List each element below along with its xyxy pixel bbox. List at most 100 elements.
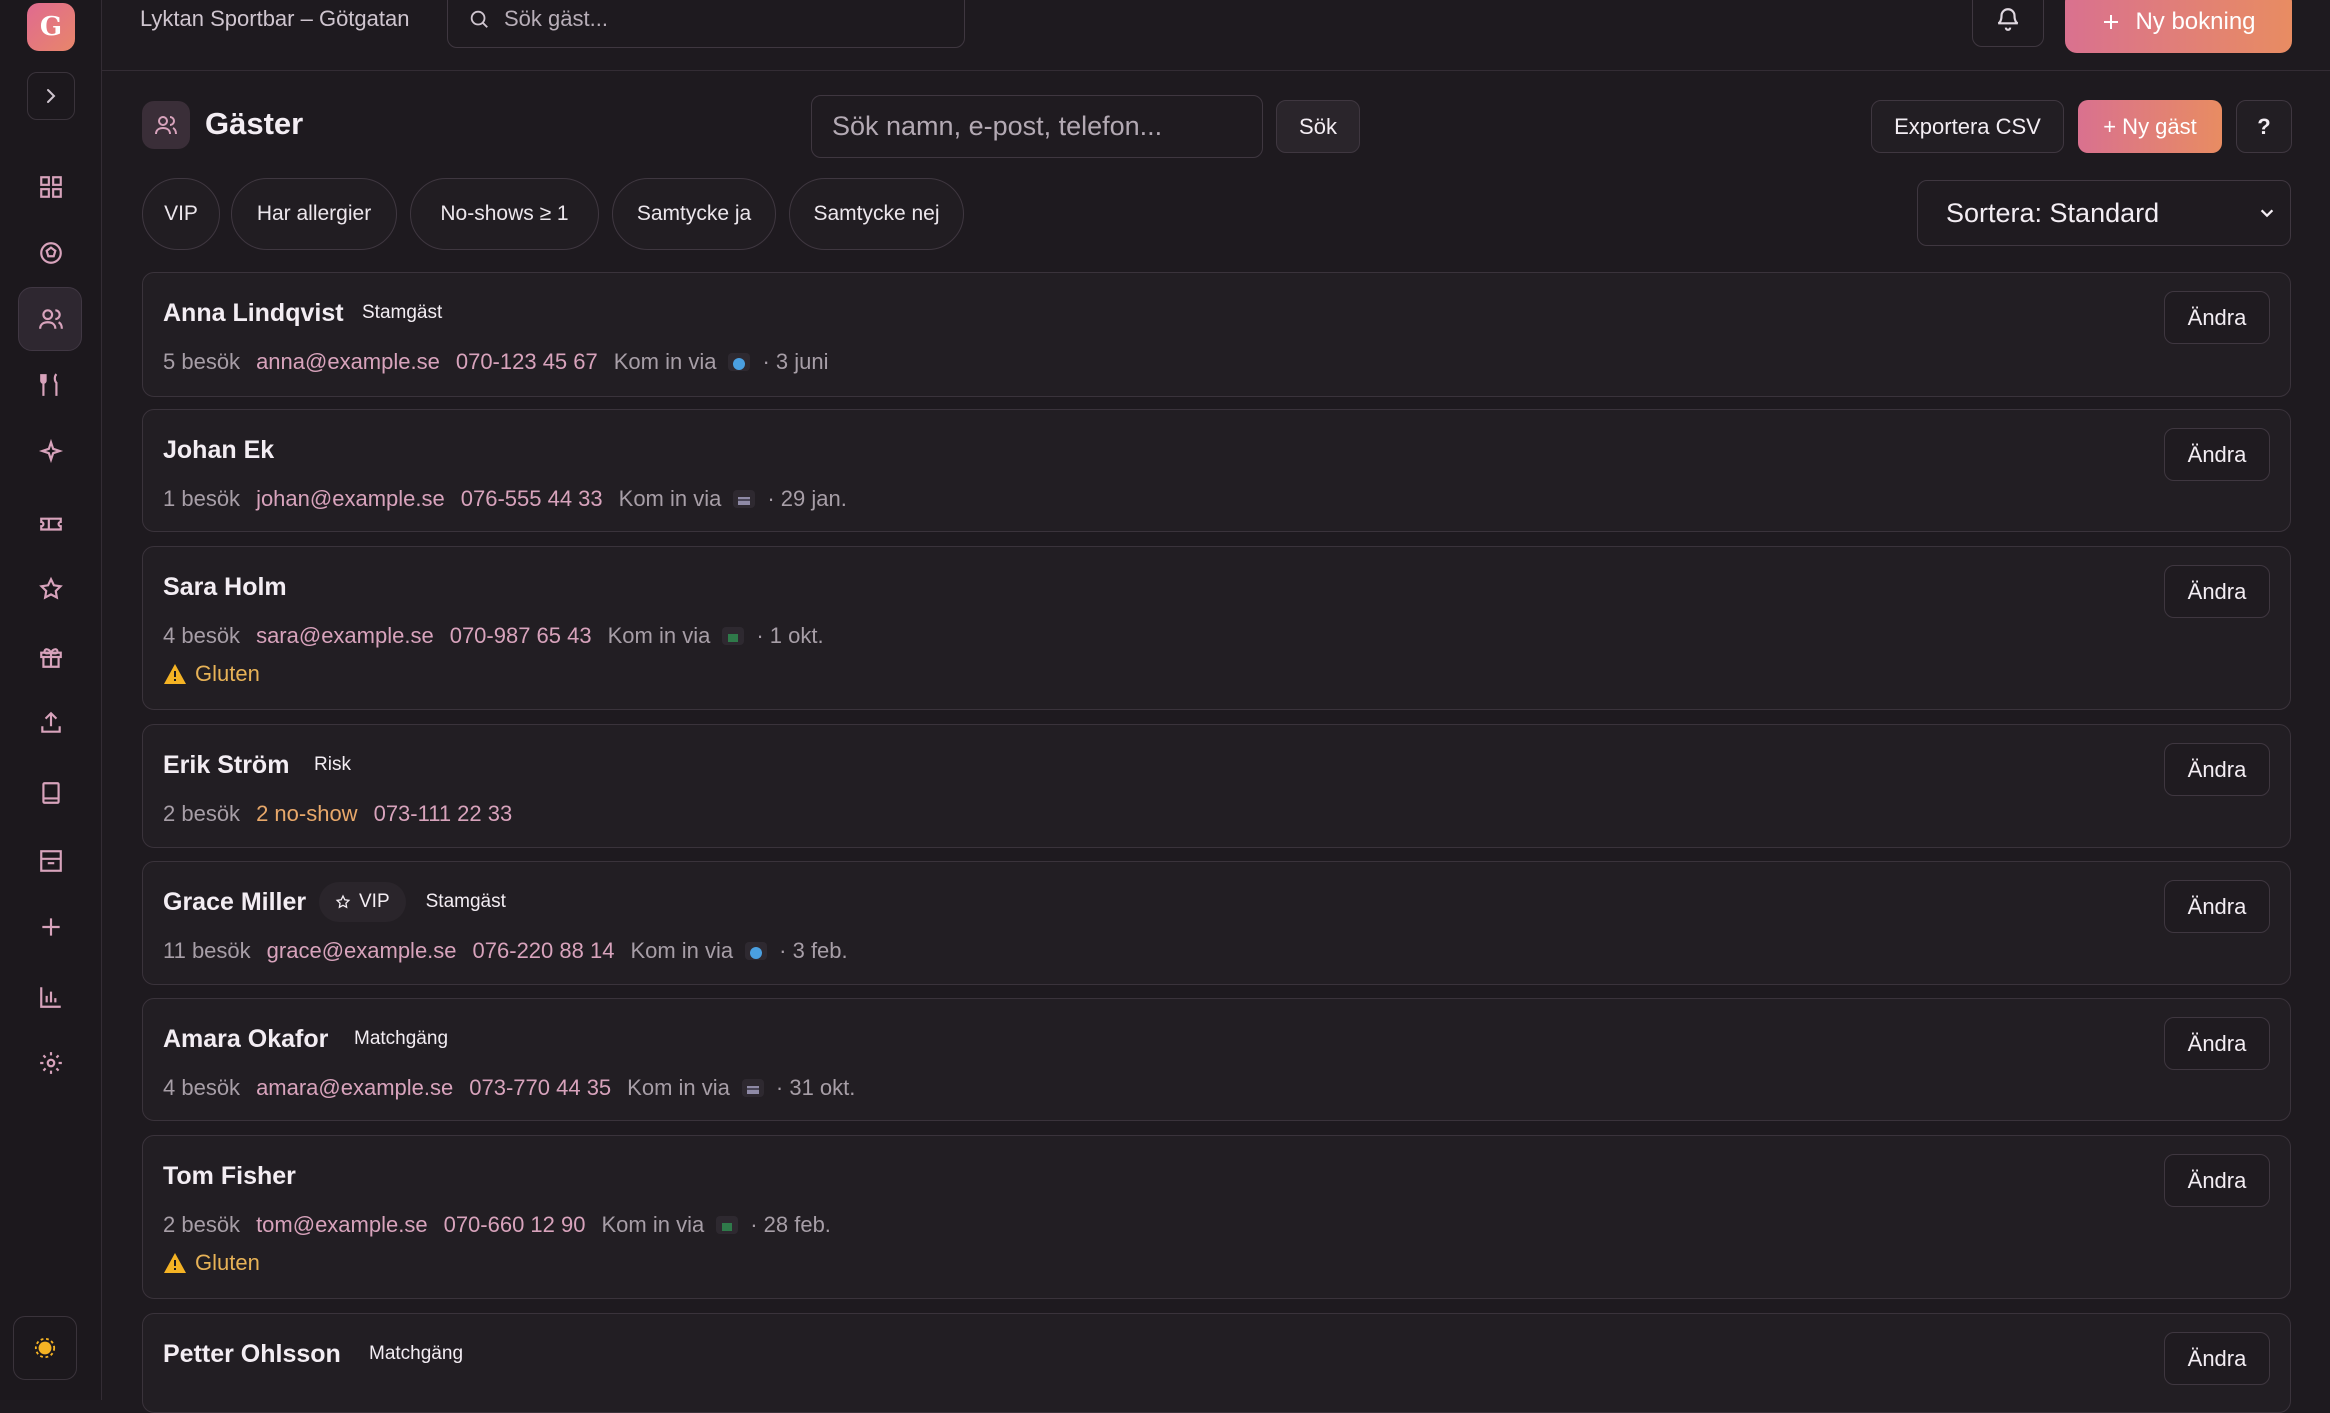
- guest-tag: Stamgäst: [425, 891, 506, 912]
- guest-name: Tom Fisher: [163, 1162, 296, 1190]
- new-booking-button[interactable]: Ny bokning: [2065, 0, 2292, 53]
- last-visit: · 29 jan.: [767, 486, 847, 511]
- filter-vip[interactable]: VIP: [142, 178, 220, 250]
- guest-search-input[interactable]: [811, 95, 1263, 158]
- new-guest-button[interactable]: + Ny gäst: [2078, 100, 2222, 153]
- expand-sidebar-button[interactable]: [27, 72, 75, 120]
- guest-card[interactable]: Amara Okafor Matchgäng 4 besök amara@exa…: [142, 998, 2291, 1121]
- guest-meta: 2 besök tom@example.se 070-660 12 90 Kom…: [163, 1212, 831, 1238]
- edit-guest-button[interactable]: Ändra: [2164, 1332, 2270, 1385]
- guest-phone[interactable]: 076-220 88 14: [473, 938, 615, 964]
- app-logo[interactable]: G: [27, 3, 75, 51]
- allergy-warning: Gluten: [163, 661, 260, 687]
- guest-phone[interactable]: 073-770 44 35: [469, 1075, 611, 1101]
- guest-email[interactable]: sara@example.se: [256, 623, 434, 649]
- notifications-button[interactable]: [1972, 0, 2044, 47]
- card-icon: [733, 490, 756, 508]
- guest-card[interactable]: Johan Ek 1 besök johan@example.se 076-55…: [142, 409, 2291, 532]
- guest-tag: Matchgäng: [369, 1343, 464, 1364]
- guest-card[interactable]: Erik Ström Risk 2 besök 2 no-show 073-11…: [142, 724, 2291, 848]
- nav-favorites[interactable]: [0, 560, 102, 618]
- source-label: Kom in via: [607, 623, 711, 648]
- vip-label: VIP: [359, 891, 390, 912]
- plus-icon: [2104, 14, 2119, 29]
- nav-dashboard[interactable]: [0, 158, 102, 216]
- guest-name: Petter Ohlsson: [163, 1340, 341, 1368]
- nav-stats[interactable]: [0, 968, 102, 1026]
- last-visit: · 3 feb.: [779, 938, 848, 963]
- source-label: Kom in via: [601, 1212, 705, 1237]
- no-show-count: 2 no-show: [256, 801, 358, 826]
- last-visit: · 28 feb.: [750, 1212, 831, 1237]
- vip-badge: VIP: [319, 882, 406, 922]
- filter-allergies[interactable]: Har allergier: [231, 178, 397, 250]
- filter-consent-no[interactable]: Samtycke nej: [789, 178, 964, 250]
- guest-card[interactable]: Petter Ohlsson Matchgäng Ändra: [142, 1313, 2291, 1413]
- filter-no-shows[interactable]: No-shows ≥ 1: [410, 178, 599, 250]
- global-search-input[interactable]: [504, 6, 924, 32]
- last-visit: · 1 okt.: [756, 623, 824, 648]
- warning-icon: [164, 1253, 186, 1273]
- guest-phone[interactable]: 076-555 44 33: [461, 486, 603, 512]
- upload-icon: [41, 711, 61, 733]
- guest-email[interactable]: amara@example.se: [256, 1075, 453, 1101]
- guest-tag: Risk: [314, 754, 351, 775]
- edit-guest-button[interactable]: Ändra: [2164, 1154, 2270, 1207]
- guest-card[interactable]: Grace Miller VIP Stamgäst 11 besök grace…: [142, 861, 2291, 985]
- plus-icon: [42, 918, 60, 936]
- nav-book[interactable]: [0, 764, 102, 822]
- card-icon: [741, 1079, 764, 1097]
- global-search[interactable]: [447, 0, 965, 48]
- sort-select[interactable]: Sortera: Standard: [1917, 180, 2291, 246]
- nav-menu[interactable]: [0, 356, 102, 414]
- bell-icon: [1997, 7, 2019, 31]
- nav-upload[interactable]: [0, 694, 102, 752]
- help-button[interactable]: ?: [2236, 100, 2292, 153]
- source-label: Kom in via: [627, 1075, 730, 1100]
- archive-icon: [40, 850, 62, 872]
- filter-consent-yes[interactable]: Samtycke ja: [612, 178, 776, 250]
- nav-gifts[interactable]: [0, 628, 102, 686]
- guest-phone[interactable]: 070-660 12 90: [444, 1212, 586, 1238]
- sun-icon: [34, 1337, 56, 1359]
- nav-archive[interactable]: [0, 832, 102, 890]
- edit-guest-button[interactable]: Ändra: [2164, 880, 2270, 933]
- guest-email[interactable]: tom@example.se: [256, 1212, 428, 1238]
- chevron-down-icon: [2260, 209, 2274, 218]
- new-booking-label: Ny bokning: [2135, 7, 2256, 35]
- guest-name: Erik Ström: [163, 751, 290, 779]
- source-label: Kom in via: [630, 938, 734, 963]
- nav-tickets[interactable]: [0, 494, 102, 552]
- guest-phone[interactable]: 070-123 45 67: [456, 349, 598, 375]
- nav-ai[interactable]: [0, 422, 102, 480]
- theme-toggle-button[interactable]: [13, 1316, 77, 1380]
- sidebar: G: [0, 0, 102, 1400]
- nav-add[interactable]: [0, 898, 102, 956]
- nav-settings[interactable]: [0, 1034, 102, 1092]
- guest-phone[interactable]: 070-987 65 43: [450, 623, 592, 649]
- edit-guest-button[interactable]: Ändra: [2164, 1017, 2270, 1070]
- edit-guest-button[interactable]: Ändra: [2164, 565, 2270, 618]
- guest-tag: Stamgäst: [362, 302, 443, 323]
- edit-guest-button[interactable]: Ändra: [2164, 428, 2270, 481]
- search-button[interactable]: Sök: [1276, 100, 1360, 153]
- guest-email[interactable]: grace@example.se: [267, 938, 457, 964]
- export-csv-button[interactable]: Exportera CSV: [1871, 100, 2064, 153]
- guest-meta: 4 besök sara@example.se 070-987 65 43 Ko…: [163, 623, 824, 649]
- last-visit: · 31 okt.: [775, 1075, 856, 1100]
- guest-card[interactable]: Tom Fisher 2 besök tom@example.se 070-66…: [142, 1135, 2291, 1299]
- guest-card[interactable]: Anna Lindqvist Stamgäst 5 besök anna@exa…: [142, 272, 2291, 397]
- star-icon: [39, 576, 63, 600]
- guest-tag: Matchgäng: [354, 1028, 449, 1049]
- guest-email[interactable]: anna@example.se: [256, 349, 440, 375]
- ticket-icon: [40, 517, 62, 531]
- nav-guests[interactable]: [0, 287, 102, 351]
- ball-icon: [40, 242, 62, 264]
- edit-guest-button[interactable]: Ändra: [2164, 291, 2270, 344]
- chevron-right-icon: [47, 89, 56, 103]
- guest-phone[interactable]: 073-111 22 33: [374, 801, 513, 827]
- nav-sports[interactable]: [0, 224, 102, 282]
- guest-email[interactable]: johan@example.se: [256, 486, 445, 512]
- edit-guest-button[interactable]: Ändra: [2164, 743, 2270, 796]
- guest-card[interactable]: Sara Holm 4 besök sara@example.se 070-98…: [142, 546, 2291, 710]
